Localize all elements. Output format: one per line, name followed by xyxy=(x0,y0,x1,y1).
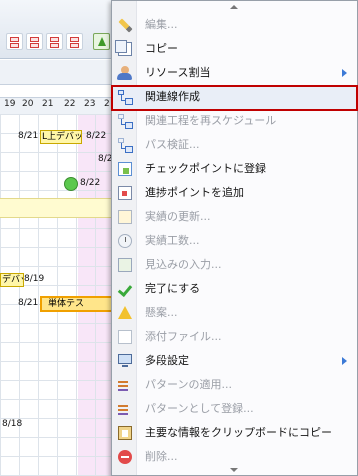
menu-item-label: 主要な情報をクリップボードにコピー xyxy=(145,426,332,439)
monitor-icon xyxy=(118,354,132,367)
menu-item-enter-forecast[interactable]: 見込みの入力... xyxy=(112,253,357,277)
submenu-arrow-icon xyxy=(342,69,347,77)
menu-item-actual-hours[interactable]: 実績工数... xyxy=(112,229,357,253)
copy-icon xyxy=(115,40,132,56)
date-label: 8/19 xyxy=(24,274,45,284)
menu-item-label: 実績の更新... xyxy=(145,210,211,223)
menu-item-label: 削除... xyxy=(145,450,178,463)
menu-item-path-verify[interactable]: パス検証... xyxy=(112,133,357,157)
menu-item-label: パス検証... xyxy=(145,138,200,151)
day-header: 22 xyxy=(64,99,76,109)
link-icon xyxy=(118,90,133,105)
date-label: 8/22 xyxy=(86,131,107,141)
menu-item-label: 関連線作成 xyxy=(145,90,200,103)
menu-item-update-actuals[interactable]: 実績の更新... xyxy=(112,205,357,229)
menu-item-label: 見込みの入力... xyxy=(145,258,222,271)
menu-scroll-down-icon[interactable] xyxy=(230,468,238,472)
date-label: 8/21 xyxy=(18,131,39,141)
gantt-unlink-button[interactable] xyxy=(66,33,83,50)
menu-items: 編集... コピー リソース割当 関連線作成 関連工程を再スケジュール パス検証… xyxy=(111,13,358,469)
progress-point-icon xyxy=(118,186,132,200)
menu-item-label: パターンとして登録... xyxy=(145,402,254,415)
menu-item-label: 添付ファイル... xyxy=(145,330,222,343)
menu-item-label: リソース割当 xyxy=(145,66,211,79)
menu-scroll-up-icon[interactable] xyxy=(230,5,238,9)
menu-item-edit[interactable]: 編集... xyxy=(112,13,357,37)
attachment-icon xyxy=(118,330,132,344)
submenu-arrow-icon xyxy=(342,357,347,365)
menu-item-label: チェックポイントに登録 xyxy=(145,162,266,175)
menu-item-assign-resource[interactable]: リソース割当 xyxy=(112,61,357,85)
day-header-row: 19 20 21 22 23 2 xyxy=(0,97,115,115)
task-bar[interactable]: デバッ xyxy=(0,273,24,287)
menu-item-mark-complete[interactable]: 完了にする xyxy=(112,277,357,301)
summary-row-band xyxy=(0,198,115,218)
user-icon xyxy=(117,66,132,80)
menu-item-label: 完了にする xyxy=(145,282,201,295)
menu-item-create-link[interactable]: 関連線作成 xyxy=(111,85,358,111)
delete-icon xyxy=(118,450,132,464)
day-header: 23 xyxy=(84,99,96,109)
date-label: 8/21 xyxy=(18,298,39,308)
pattern-register-icon xyxy=(118,402,132,416)
document-icon xyxy=(118,210,132,224)
day-header: 20 xyxy=(22,99,34,109)
menu-item-label: 関連工程を再スケジュール xyxy=(145,114,277,127)
menu-item-label: パターンの適用... xyxy=(145,378,232,391)
checkmark-icon xyxy=(118,282,132,296)
menu-item-apply-pattern[interactable]: パターンの適用... xyxy=(112,373,357,397)
reschedule-icon xyxy=(118,114,133,129)
menu-item-label: 編集... xyxy=(145,18,178,31)
timeline-band xyxy=(0,60,115,85)
day-header: 2 xyxy=(104,99,110,109)
menu-item-label: 進捗ポイントを追加 xyxy=(145,186,244,199)
date-label: 8/18 xyxy=(2,419,23,429)
menu-item-label: コピー xyxy=(145,42,178,55)
menu-item-delete[interactable]: 削除... xyxy=(112,445,357,469)
pattern-apply-icon xyxy=(118,378,132,392)
milestone-marker[interactable] xyxy=(64,177,78,191)
day-header: 21 xyxy=(42,99,54,109)
menu-item-label: 実績工数... xyxy=(145,234,200,247)
move-up-button[interactable] xyxy=(93,33,110,50)
gantt-link-button[interactable] xyxy=(46,33,63,50)
menu-item-issues[interactable]: 懸案... xyxy=(112,301,357,325)
menu-item-register-pattern[interactable]: パターンとして登録... xyxy=(112,397,357,421)
menu-item-reschedule-related[interactable]: 関連工程を再スケジュール xyxy=(112,109,357,133)
menu-item-add-progress-point[interactable]: 進捗ポイントを追加 xyxy=(112,181,357,205)
warning-icon xyxy=(118,306,132,319)
menu-item-copy-to-clipboard[interactable]: 主要な情報をクリップボードにコピー xyxy=(112,421,357,445)
menu-item-label: 多段設定 xyxy=(145,354,189,367)
menu-item-multi-level-settings[interactable]: 多段設定 xyxy=(112,349,357,373)
task-bar[interactable]: L上デバッ xyxy=(40,130,82,144)
menu-item-register-checkpoint[interactable]: チェックポイントに登録 xyxy=(112,157,357,181)
clipboard-icon xyxy=(118,426,132,440)
menu-item-attachments[interactable]: 添付ファイル... xyxy=(112,325,357,349)
date-label: 8/22 xyxy=(80,178,101,188)
day-header: 19 xyxy=(4,99,16,109)
pencil-icon xyxy=(118,18,133,33)
context-menu: 編集... コピー リソース割当 関連線作成 関連工程を再スケジュール パス検証… xyxy=(111,0,358,476)
gantt-merge-button[interactable] xyxy=(26,33,43,50)
menu-item-copy[interactable]: コピー xyxy=(112,37,357,61)
gantt-split-button[interactable] xyxy=(6,33,23,50)
path-icon xyxy=(118,138,133,153)
checkpoint-icon xyxy=(118,162,132,176)
clock-icon xyxy=(118,234,132,248)
menu-item-label: 懸案... xyxy=(145,306,178,319)
input-icon xyxy=(118,258,132,272)
